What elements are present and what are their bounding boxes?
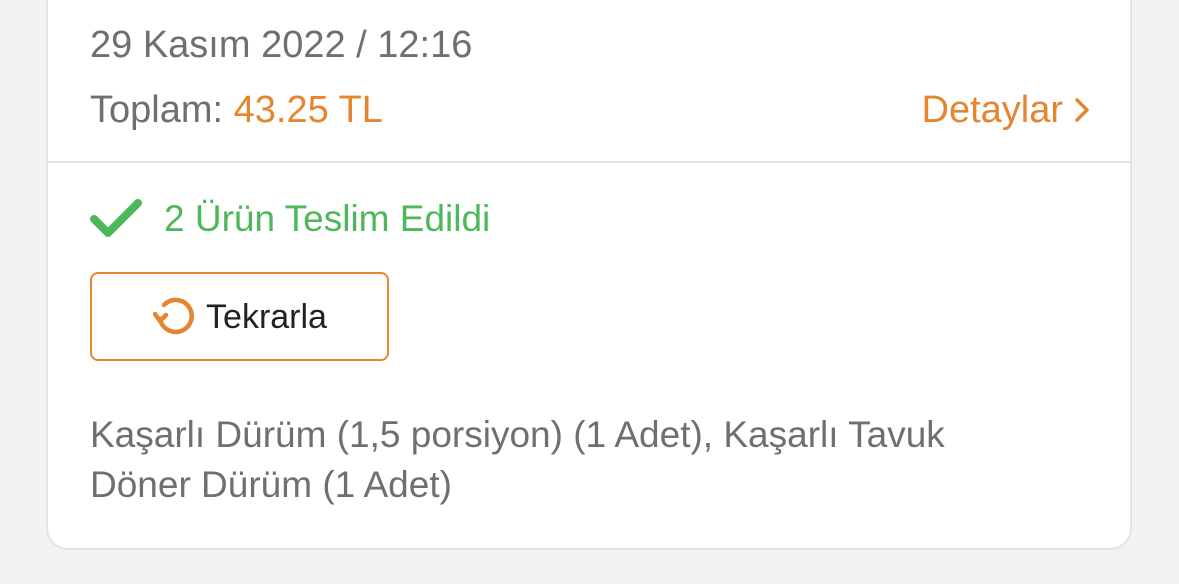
- order-total: Toplam: 43.25 TL: [90, 86, 383, 134]
- products-line-1: Kaşarlı Dürüm (1,5 porsiyon) (1 Adet), K…: [90, 414, 945, 455]
- refresh-icon: [152, 297, 194, 334]
- order-products: Kaşarlı Dürüm (1,5 porsiyon) (1 Adet), K…: [90, 410, 1080, 510]
- details-link[interactable]: Detaylar: [922, 86, 1090, 134]
- total-value: 43.25 TL: [233, 89, 383, 131]
- card-divider: [48, 161, 1130, 163]
- checkmark-icon: [90, 199, 142, 237]
- details-label: Detaylar: [921, 89, 1064, 131]
- order-date-time: 29 Kasım 2022 / 12:16: [90, 24, 473, 66]
- chevron-right-icon: [1075, 98, 1089, 122]
- repeat-button-label: Tekrarla: [206, 297, 327, 336]
- status-text: 2 Ürün Teslim Edildi: [164, 198, 491, 239]
- total-label: Toplam:: [90, 89, 224, 131]
- delivery-status: 2 Ürün Teslim Edildi: [90, 196, 490, 242]
- products-line-2: Döner Dürüm (1 Adet): [90, 464, 452, 505]
- repeat-order-button[interactable]: Tekrarla: [90, 272, 389, 361]
